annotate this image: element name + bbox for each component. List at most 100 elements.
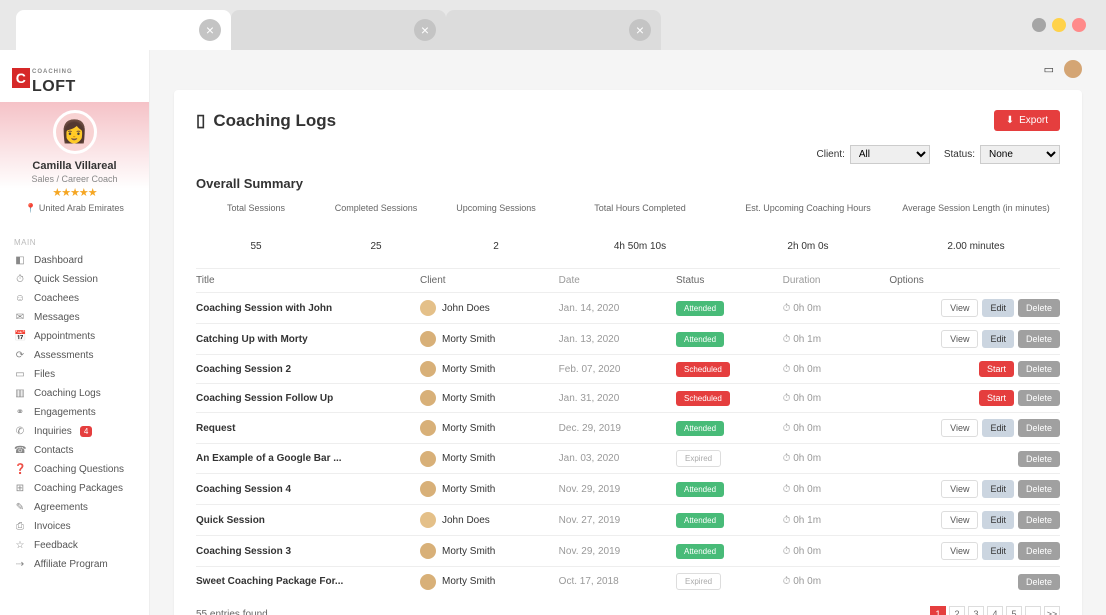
row-title[interactable]: Sweet Coaching Package For... <box>196 576 420 587</box>
view-button[interactable]: View <box>941 480 978 498</box>
sidebar-item-files[interactable]: ▭Files <box>0 365 149 384</box>
page->>[interactable]: >> <box>1044 606 1060 615</box>
delete-button[interactable]: Delete <box>1018 390 1060 406</box>
close-icon[interactable]: × <box>629 19 651 41</box>
browser-tab[interactable]: × <box>16 10 231 50</box>
sidebar-item-contacts[interactable]: ☎Contacts <box>0 441 149 460</box>
window-dot[interactable] <box>1032 18 1046 32</box>
summary-header: Completed Sessions <box>316 203 436 213</box>
delete-button[interactable]: Delete <box>1018 480 1060 498</box>
view-button[interactable]: View <box>941 542 978 560</box>
delete-button[interactable]: Delete <box>1018 419 1060 437</box>
logs-icon: ▯ <box>196 111 205 131</box>
col-date: Date <box>559 275 676 286</box>
row-title[interactable]: Catching Up with Morty <box>196 334 420 345</box>
page-3[interactable]: 3 <box>968 606 984 615</box>
client-select[interactable]: All <box>850 145 930 164</box>
row-client: Morty Smith <box>420 390 559 406</box>
client-filter: Client: All <box>817 145 930 164</box>
view-button[interactable]: View <box>941 511 978 529</box>
window-dot[interactable] <box>1052 18 1066 32</box>
sidebar-item-assessments[interactable]: ⟳Assessments <box>0 346 149 365</box>
row-title[interactable]: Coaching Session with John <box>196 303 420 314</box>
page-5[interactable]: 5 <box>1006 606 1022 615</box>
col-status: Status <box>676 275 783 286</box>
start-button[interactable]: Start <box>979 361 1014 377</box>
nav-icon: ⚭ <box>14 407 26 418</box>
view-button[interactable]: View <box>941 330 978 348</box>
nav-label: Agreements <box>34 502 88 513</box>
nav-icon: ⎙ <box>14 521 26 532</box>
start-button[interactable]: Start <box>979 390 1014 406</box>
rating-stars: ★★★★★ <box>8 186 141 199</box>
close-icon[interactable]: × <box>199 19 221 41</box>
page-4[interactable]: 4 <box>987 606 1003 615</box>
row-date: Oct. 17, 2018 <box>559 576 676 587</box>
sidebar-item-coaching-logs[interactable]: ▥Coaching Logs <box>0 384 149 403</box>
user-avatar[interactable] <box>1064 60 1082 78</box>
edit-button[interactable]: Edit <box>982 299 1014 317</box>
client-avatar <box>420 543 436 559</box>
sidebar-item-agreements[interactable]: ✎Agreements <box>0 498 149 517</box>
edit-button[interactable]: Edit <box>982 511 1014 529</box>
avatar[interactable]: 👩 <box>53 110 97 154</box>
row-title[interactable]: Coaching Session 4 <box>196 484 420 495</box>
row-title[interactable]: Coaching Session Follow Up <box>196 393 420 404</box>
edit-button[interactable]: Edit <box>982 542 1014 560</box>
sidebar-item-dashboard[interactable]: ◧Dashboard <box>0 251 149 270</box>
page-1[interactable]: 1 <box>930 606 946 615</box>
sidebar-item-inquiries[interactable]: ✆Inquiries4 <box>0 422 149 441</box>
sidebar-item-messages[interactable]: ✉Messages <box>0 308 149 327</box>
row-title[interactable]: An Example of a Google Bar ... <box>196 453 420 464</box>
nav-icon: ▭ <box>14 369 26 380</box>
sidebar: CCOACHINGLOFT 👩 Camilla Villareal Sales … <box>0 50 150 615</box>
client-avatar <box>420 420 436 436</box>
row-options: Delete <box>889 451 1060 467</box>
row-title[interactable]: Quick Session <box>196 515 420 526</box>
delete-button[interactable]: Delete <box>1018 574 1060 590</box>
sidebar-item-engagements[interactable]: ⚭Engagements <box>0 403 149 422</box>
edit-button[interactable]: Edit <box>982 480 1014 498</box>
nav-icon: ✆ <box>14 426 26 437</box>
sidebar-item-coaching-packages[interactable]: ⊞Coaching Packages <box>0 479 149 498</box>
table-row: Coaching Session with John John Does Jan… <box>196 292 1060 323</box>
status-select[interactable]: None <box>980 145 1060 164</box>
browser-tab[interactable]: × <box>231 10 446 50</box>
view-button[interactable]: View <box>941 299 978 317</box>
delete-button[interactable]: Delete <box>1018 361 1060 377</box>
close-icon[interactable]: × <box>414 19 436 41</box>
delete-button[interactable]: Delete <box>1018 330 1060 348</box>
row-options: ViewEditDelete <box>889 330 1060 348</box>
row-date: Dec. 29, 2019 <box>559 423 676 434</box>
edit-button[interactable]: Edit <box>982 330 1014 348</box>
page-...[interactable]: ... <box>1025 606 1041 615</box>
sidebar-item-invoices[interactable]: ⎙Invoices <box>0 517 149 536</box>
summary-value: 4h 50m 10s <box>556 241 724 252</box>
logo[interactable]: CCOACHINGLOFT <box>0 50 149 102</box>
row-status: Scheduled <box>676 362 783 377</box>
sidebar-item-coachees[interactable]: ☺Coachees <box>0 289 149 308</box>
window-controls <box>1032 18 1086 32</box>
row-title[interactable]: Coaching Session 2 <box>196 364 420 375</box>
edit-button[interactable]: Edit <box>982 419 1014 437</box>
sidebar-item-feedback[interactable]: ☆Feedback <box>0 536 149 555</box>
nav-label: Dashboard <box>34 255 83 266</box>
window-dot[interactable] <box>1072 18 1086 32</box>
sidebar-item-quick-session[interactable]: ⏱Quick Session <box>0 270 149 289</box>
delete-button[interactable]: Delete <box>1018 511 1060 529</box>
sidebar-item-appointments[interactable]: 📅Appointments <box>0 327 149 346</box>
summary-values: 552524h 50m 10s2h 0m 0s2.00 minutes <box>196 225 1060 256</box>
delete-button[interactable]: Delete <box>1018 451 1060 467</box>
row-title[interactable]: Request <box>196 423 420 434</box>
row-options: ViewEditDelete <box>889 419 1060 437</box>
delete-button[interactable]: Delete <box>1018 542 1060 560</box>
chat-icon[interactable]: ▭ <box>1044 63 1054 76</box>
sidebar-item-affiliate-program[interactable]: ⇢Affiliate Program <box>0 555 149 574</box>
row-title[interactable]: Coaching Session 3 <box>196 546 420 557</box>
browser-tab[interactable]: × <box>446 10 661 50</box>
delete-button[interactable]: Delete <box>1018 299 1060 317</box>
view-button[interactable]: View <box>941 419 978 437</box>
page-2[interactable]: 2 <box>949 606 965 615</box>
sidebar-item-coaching-questions[interactable]: ❓Coaching Questions <box>0 460 149 479</box>
export-button[interactable]: ⬇ Export <box>994 110 1060 131</box>
